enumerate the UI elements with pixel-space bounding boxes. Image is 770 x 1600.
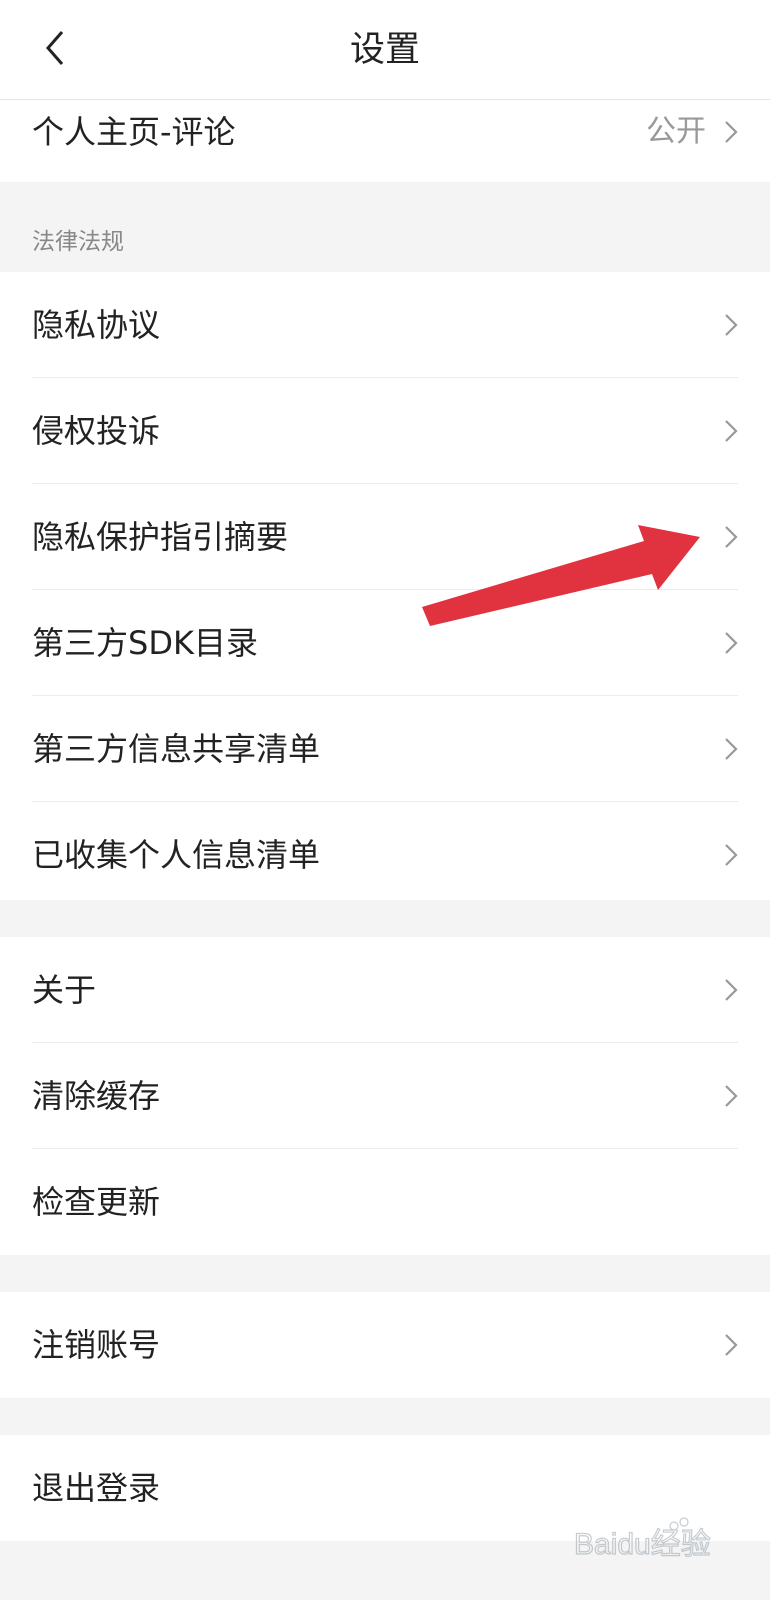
row-label: 退出登录 bbox=[32, 1469, 161, 1507]
chevron-right-icon bbox=[725, 121, 738, 143]
row-third-party-info-sharing[interactable]: 第三方信息共享清单 bbox=[0, 696, 770, 802]
row-label: 第三方SDK目录 bbox=[32, 624, 258, 662]
row-about[interactable]: 关于 bbox=[0, 937, 770, 1043]
chevron-right-icon bbox=[725, 1085, 738, 1107]
account-section: 注销账号 bbox=[0, 1292, 770, 1398]
row-label: 检查更新 bbox=[32, 1183, 161, 1221]
row-label: 注销账号 bbox=[32, 1326, 161, 1364]
chevron-right-icon bbox=[725, 1334, 738, 1356]
row-label: 清除缓存 bbox=[32, 1077, 161, 1115]
row-privacy-agreement[interactable]: 隐私协议 bbox=[0, 272, 770, 378]
chevron-right-icon bbox=[725, 738, 738, 760]
row-collected-personal-info[interactable]: 已收集个人信息清单 bbox=[0, 802, 770, 908]
profile-settings-section: 个人主页-评论 公开 bbox=[0, 100, 770, 182]
chevron-right-icon bbox=[725, 979, 738, 1001]
general-section: 关于 清除缓存 检查更新 bbox=[0, 937, 770, 1255]
row-label: 关于 bbox=[32, 971, 97, 1009]
chevron-right-icon bbox=[725, 420, 738, 442]
chevron-right-icon bbox=[725, 526, 738, 548]
top-app-bar: 设置 bbox=[0, 0, 770, 100]
row-value: 公开 bbox=[646, 114, 706, 149]
section-header-legal: 法律法规 bbox=[32, 229, 124, 255]
row-check-update[interactable]: 检查更新 bbox=[0, 1149, 770, 1255]
row-label: 侵权投诉 bbox=[32, 412, 161, 450]
row-label: 隐私协议 bbox=[32, 306, 161, 344]
chevron-right-icon bbox=[725, 632, 738, 654]
row-clear-cache[interactable]: 清除缓存 bbox=[0, 1043, 770, 1149]
watermark-text: Baidu经验 bbox=[574, 1528, 711, 1561]
row-label: 个人主页-评论 bbox=[32, 113, 236, 151]
chevron-right-icon bbox=[725, 844, 738, 866]
baidu-paw-icon: Baidu经验 bbox=[573, 1517, 711, 1562]
row-label: 隐私保护指引摘要 bbox=[32, 518, 289, 556]
row-infringement-complaint[interactable]: 侵权投诉 bbox=[0, 378, 770, 484]
row-profile-comments[interactable]: 个人主页-评论 公开 bbox=[0, 100, 770, 182]
row-delete-account[interactable]: 注销账号 bbox=[0, 1292, 770, 1398]
row-label: 第三方信息共享清单 bbox=[32, 730, 321, 768]
page-title: 设置 bbox=[349, 30, 420, 70]
baidu-watermark: Baidu经验 bbox=[570, 1512, 730, 1572]
row-label: 已收集个人信息清单 bbox=[32, 836, 321, 874]
chevron-right-icon bbox=[725, 314, 738, 336]
annotation-arrow-icon bbox=[422, 525, 700, 626]
